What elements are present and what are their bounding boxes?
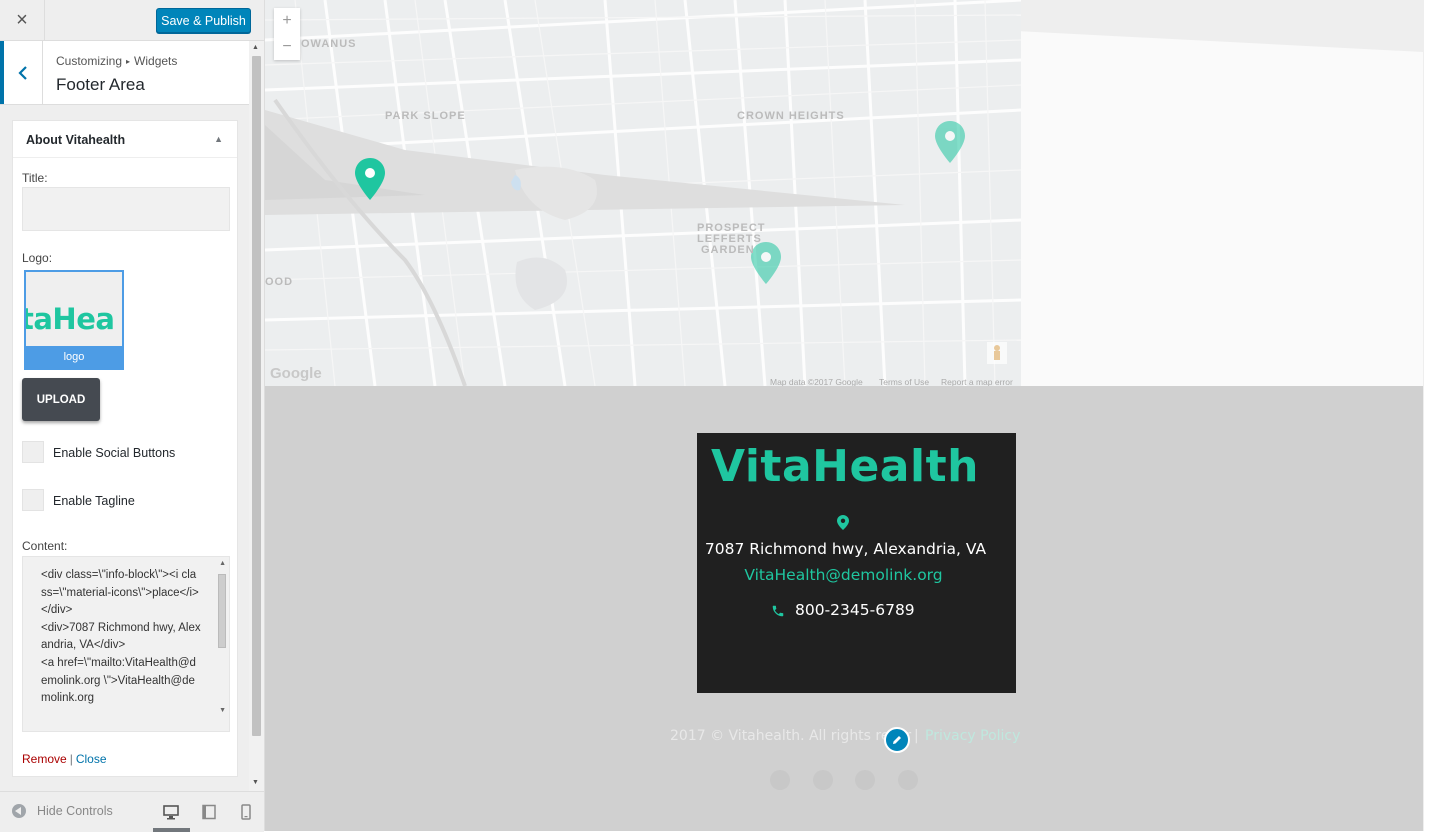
close-link[interactable]: Close — [76, 752, 107, 766]
pencil-icon — [893, 736, 901, 744]
close-icon: × — [16, 8, 28, 31]
site-preview: + − OWANUS PARK SLOPE CROWN HEIGHTS PROS… — [265, 0, 1423, 831]
breadcrumb-arrow-icon: ▸ — [126, 57, 131, 66]
widget-actions: Remove | Close — [22, 752, 107, 766]
desktop-preview-icon[interactable] — [163, 804, 179, 820]
title-input[interactable] — [22, 187, 230, 231]
save-publish-button[interactable]: Save & Publish — [156, 8, 251, 33]
phone-icon — [772, 605, 784, 617]
textarea-scroll-thumb[interactable] — [218, 574, 226, 648]
map-label-garden: GARDEN — [701, 244, 755, 256]
scroll-down-arrow-icon[interactable]: ▼ — [252, 779, 259, 786]
map-label-gowanus: OWANUS — [301, 38, 357, 50]
map-right-area — [1021, 0, 1423, 386]
place-icon — [837, 515, 849, 530]
edit-shortcut-button[interactable] — [884, 727, 910, 753]
logo-thumbnail[interactable]: taHea logo — [24, 270, 124, 370]
social-buttons-label: Enable Social Buttons — [53, 446, 176, 460]
google-plus-icon[interactable] — [855, 770, 875, 790]
logo-preview-text: taHea — [24, 302, 115, 336]
tablet-preview-icon[interactable] — [201, 804, 217, 820]
twitter-icon[interactable] — [813, 770, 833, 790]
brand-logo-text: VitaHealth — [711, 441, 979, 492]
footer-copyright: 2017 © Vitahealth. All rights reser — [670, 728, 912, 744]
breadcrumb-child: Widgets — [134, 54, 178, 68]
sidebar-scroll-thumb[interactable] — [252, 56, 261, 736]
google-logo[interactable]: Google — [270, 365, 322, 382]
collapse-sidebar-icon — [12, 804, 26, 818]
map-data-attribution: Map data ©2017 Google — [770, 377, 863, 386]
map-zoom-control: + − — [274, 8, 300, 60]
actions-separator: | — [69, 752, 73, 766]
back-button[interactable] — [0, 41, 43, 104]
close-customizer-button[interactable]: × — [0, 0, 45, 40]
content-textarea[interactable]: <div class=\"info-block\"><i class=\"mat… — [22, 556, 230, 732]
breadcrumb: Customizing ▸ Widgets — [56, 54, 177, 68]
textarea-scroll-down-icon[interactable]: ▼ — [219, 707, 226, 714]
zoom-in-button[interactable]: + — [274, 8, 300, 34]
map-streets-graphic — [265, 0, 1021, 386]
textarea-scroll-up-icon[interactable]: ▲ — [219, 560, 226, 567]
widget-header[interactable]: About Vitahealth ▲ — [13, 121, 237, 158]
facebook-icon[interactable] — [770, 770, 790, 790]
textarea-scrollbar[interactable]: ▲ ▼ — [215, 557, 229, 731]
instagram-icon[interactable] — [898, 770, 918, 790]
active-device-indicator — [153, 828, 190, 832]
section-header: Customizing ▸ Widgets Footer Area — [0, 41, 249, 105]
section-title: Footer Area — [56, 75, 145, 94]
breadcrumb-parent: Customizing — [56, 54, 123, 68]
terms-of-use-link[interactable]: Terms of Use — [879, 377, 929, 386]
street-view-pegman-icon — [987, 342, 1007, 364]
customizer-header: × Save & Publish — [0, 0, 264, 41]
widget-title: About Vitahealth — [26, 133, 126, 147]
zoom-out-button[interactable]: − — [274, 34, 300, 60]
map-label-ood: OOD — [265, 276, 294, 288]
mobile-preview-icon[interactable] — [238, 804, 254, 820]
content-label: Content: — [22, 539, 68, 553]
map-label-park-slope: PARK SLOPE — [385, 110, 466, 122]
customizer-footer: Hide Controls — [0, 791, 264, 832]
content-textarea-value: <div class=\"info-block\"><i class=\"mat… — [41, 569, 201, 705]
title-label: Title: — [22, 171, 48, 185]
remove-link[interactable]: Remove — [22, 752, 67, 766]
widget-about-vitahealth: About Vitahealth ▲ Title: Logo: taHea lo… — [12, 120, 238, 777]
footer-divider: | — [914, 728, 919, 744]
privacy-policy-link[interactable]: Privacy Policy — [925, 728, 1020, 744]
footer-phone: 800-2345-6789 — [795, 601, 915, 619]
footer-email-link[interactable]: VitaHealth@demolink.org — [697, 566, 990, 584]
tagline-label: Enable Tagline — [53, 494, 135, 508]
map-label-crown-heights: CROWN HEIGHTS — [737, 110, 845, 122]
tagline-checkbox[interactable] — [22, 489, 44, 511]
preview-scrollbar[interactable] — [1423, 0, 1439, 831]
logo-caption: logo — [26, 346, 122, 368]
social-buttons-checkbox[interactable] — [22, 441, 44, 463]
hide-controls-button[interactable]: Hide Controls — [12, 804, 113, 818]
chevron-left-icon — [18, 65, 27, 80]
hide-controls-label: Hide Controls — [37, 804, 113, 818]
upload-button[interactable]: UPLOAD — [22, 378, 100, 421]
scroll-up-arrow-icon[interactable]: ▲ — [252, 44, 259, 51]
collapse-arrow-icon[interactable]: ▲ — [214, 134, 223, 144]
footer-address: 7087 Richmond hwy, Alexandria, VA — [704, 540, 987, 558]
google-map[interactable]: + − OWANUS PARK SLOPE CROWN HEIGHTS PROS… — [265, 0, 1021, 386]
logo-label: Logo: — [22, 251, 53, 265]
report-map-error-link[interactable]: Report a map error — [941, 377, 1013, 386]
customizer-sidebar: × Save & Publish Customizing ▸ Widgets Foo… — [0, 0, 265, 832]
about-widget-card: VitaHealth 7087 Richmond hwy, Alexandria… — [697, 433, 1016, 693]
